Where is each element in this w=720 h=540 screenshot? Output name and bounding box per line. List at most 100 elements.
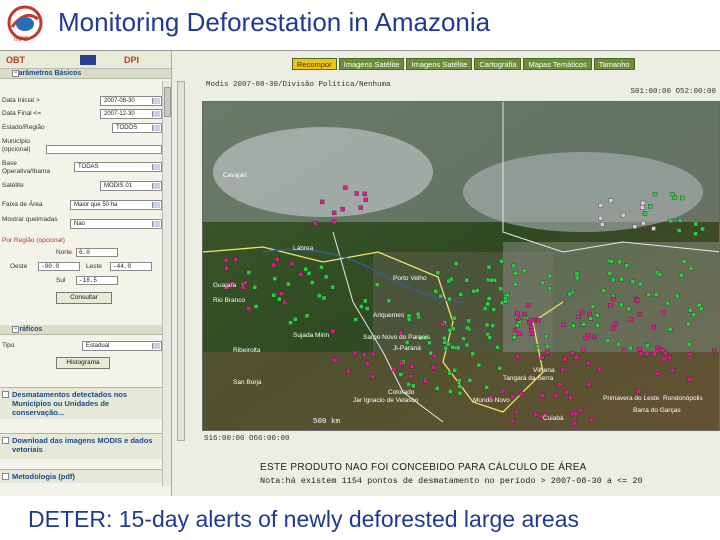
alert-marker[interactable] [581, 347, 586, 353]
alert-marker[interactable] [391, 366, 397, 372]
alert-marker[interactable] [246, 270, 252, 275]
alert-marker[interactable] [545, 350, 550, 355]
base-select[interactable]: TODAS [74, 162, 162, 172]
alert-marker[interactable] [672, 195, 677, 200]
alert-marker[interactable] [243, 280, 248, 285]
alert-marker[interactable] [513, 282, 518, 287]
alert-marker[interactable] [678, 218, 683, 223]
alert-marker[interactable] [638, 351, 643, 356]
alert-marker[interactable] [427, 340, 432, 345]
alert-marker[interactable] [540, 280, 545, 285]
alert-marker[interactable] [446, 342, 451, 347]
alert-marker[interactable] [406, 313, 412, 318]
alert-marker[interactable] [464, 278, 469, 283]
alert-marker[interactable] [279, 291, 284, 296]
alert-marker[interactable] [470, 351, 475, 357]
alert-marker[interactable] [586, 381, 592, 387]
alert-marker[interactable] [564, 390, 569, 395]
alert-marker[interactable] [635, 298, 640, 303]
alert-marker[interactable] [484, 385, 489, 390]
alert-marker[interactable] [654, 371, 660, 376]
alert-marker[interactable] [624, 263, 629, 268]
alert-marker[interactable] [442, 340, 447, 345]
alert-marker[interactable] [503, 299, 508, 304]
alert-marker[interactable] [619, 276, 624, 282]
alert-marker[interactable] [374, 282, 380, 287]
alert-marker[interactable] [667, 355, 672, 361]
alert-marker[interactable] [253, 304, 259, 309]
alert-marker[interactable] [687, 352, 693, 357]
alert-marker[interactable] [637, 312, 643, 317]
alert-marker[interactable] [619, 302, 624, 308]
alert-marker[interactable] [621, 212, 626, 218]
alert-marker[interactable] [365, 306, 370, 311]
alert-marker[interactable] [498, 286, 503, 291]
alert-marker[interactable] [628, 345, 633, 351]
alert-marker[interactable] [570, 351, 575, 356]
sul-input[interactable]: -18.5 [76, 276, 118, 285]
alert-marker[interactable] [353, 317, 358, 322]
alert-marker[interactable] [450, 345, 455, 350]
alert-marker[interactable] [271, 293, 276, 298]
alert-marker[interactable] [522, 268, 527, 274]
alert-marker[interactable] [513, 271, 518, 276]
alert-marker[interactable] [435, 386, 440, 391]
alert-marker[interactable] [572, 421, 577, 426]
alert-marker[interactable] [668, 218, 674, 223]
data-final-select[interactable]: 2007-12-30 [100, 109, 162, 119]
alert-marker[interactable] [449, 276, 454, 282]
alert-marker[interactable] [447, 370, 452, 376]
alert-marker[interactable] [640, 200, 646, 206]
alert-marker[interactable] [406, 317, 412, 322]
alert-marker[interactable] [288, 320, 293, 325]
alert-marker[interactable] [332, 210, 337, 216]
alert-marker[interactable] [574, 355, 579, 360]
alert-marker[interactable] [598, 203, 603, 208]
viewer-scrollbar[interactable] [177, 81, 185, 441]
alert-marker[interactable] [637, 347, 642, 352]
scrollbar-thumb[interactable] [164, 87, 171, 117]
alert-marker[interactable] [693, 221, 699, 227]
alert-marker[interactable] [252, 285, 257, 290]
map-tab[interactable]: Tamanho [593, 58, 635, 70]
alert-marker[interactable] [547, 273, 552, 279]
section-desmatamentos[interactable]: Desmatamentos detectados nos Municípios … [0, 387, 162, 419]
alert-marker[interactable] [651, 226, 656, 231]
alert-marker[interactable] [597, 367, 602, 372]
alert-marker[interactable] [452, 316, 457, 321]
collapse-icon[interactable]: − [12, 70, 19, 77]
alert-marker[interactable] [581, 322, 586, 327]
alert-marker[interactable] [370, 374, 375, 379]
alert-marker[interactable] [499, 259, 504, 264]
alert-marker[interactable] [560, 367, 565, 373]
alert-marker[interactable] [404, 340, 410, 345]
oeste-input[interactable]: -90.0 [38, 262, 80, 271]
alert-marker[interactable] [443, 346, 448, 351]
alert-marker[interactable] [457, 384, 462, 389]
alert-marker[interactable] [688, 308, 693, 313]
alert-marker[interactable] [682, 259, 687, 264]
alert-marker[interactable] [540, 355, 545, 360]
alert-marker[interactable] [491, 307, 496, 312]
alert-marker[interactable] [233, 257, 238, 262]
section-graficos[interactable]: − Gráficos [0, 325, 162, 335]
alert-marker[interactable] [533, 412, 538, 417]
alert-marker[interactable] [306, 271, 312, 276]
alert-marker[interactable] [609, 259, 614, 264]
alert-marker[interactable] [452, 368, 457, 373]
alert-marker[interactable] [486, 296, 492, 301]
leste-input[interactable]: -44.0 [110, 262, 152, 271]
alert-marker[interactable] [371, 351, 376, 357]
alert-marker[interactable] [608, 303, 613, 308]
expand-icon[interactable] [2, 391, 9, 398]
map-tab[interactable]: Imagens Satélite [406, 58, 473, 70]
alert-marker[interactable] [363, 298, 368, 304]
alert-marker[interactable] [529, 328, 534, 333]
alert-marker[interactable] [687, 377, 693, 382]
consultar-button[interactable]: Consultar [56, 292, 112, 304]
section-metodologia[interactable]: Metodologia (pdf) [0, 469, 162, 483]
alert-marker[interactable] [651, 324, 656, 330]
alert-marker[interactable] [471, 289, 476, 294]
alert-marker[interactable] [617, 259, 622, 265]
alert-marker[interactable] [431, 365, 436, 370]
